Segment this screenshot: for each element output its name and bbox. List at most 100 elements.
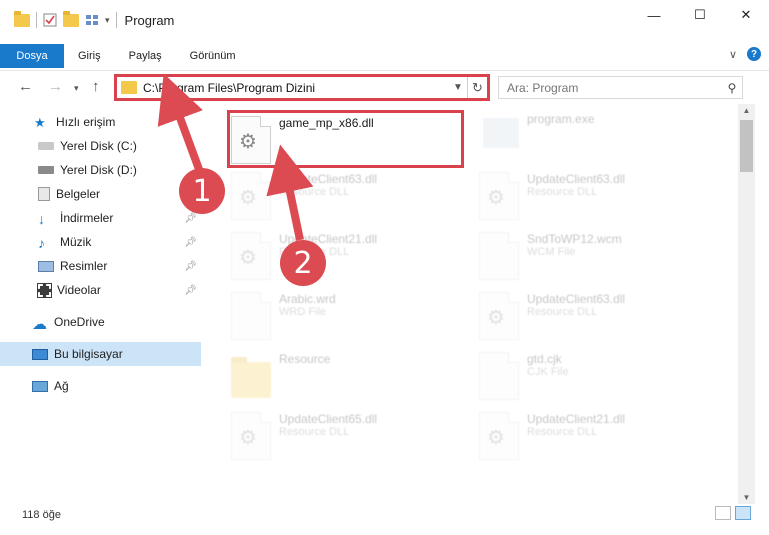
gear-icon: ⚙	[487, 427, 505, 449]
highlight-frame	[227, 110, 464, 168]
file-item[interactable]: ⚙ UpdateClient63.dll Resource DLL	[231, 172, 377, 220]
sidebar-item-label: Müzik	[60, 235, 92, 249]
search-box[interactable]: ⚲	[498, 76, 743, 99]
tab-file[interactable]: Dosya	[0, 44, 64, 68]
pin-icon[interactable]: 📌︎	[184, 261, 197, 272]
close-button[interactable]: ✕	[723, 0, 769, 30]
large-icons-view-icon[interactable]	[735, 506, 751, 520]
recent-locations-icon[interactable]: ▾	[74, 83, 79, 94]
sidebar-item-this-pc[interactable]: Bu bilgisayar	[0, 342, 201, 366]
file-type: Resource DLL	[279, 186, 350, 198]
music-icon: ♪	[38, 235, 45, 251]
file-item[interactable]: ⚙ UpdateClient63.dll Resource DLL	[479, 292, 625, 340]
address-bar[interactable]: C:\Program Files\Program Dizini ▼ ↻	[114, 74, 490, 101]
download-icon: ↓	[38, 211, 45, 227]
sidebar-item-onedrive[interactable]: ☁ OneDrive	[0, 310, 205, 334]
pin-icon[interactable]: 📌︎	[184, 285, 197, 296]
drive-icon	[38, 142, 54, 150]
file-item[interactable]: ⚙ UpdateClient63.dll Resource DLL	[479, 172, 625, 220]
file-item-folder[interactable]: Resource	[231, 352, 330, 398]
address-path[interactable]: C:\Program Files\Program Dizini	[143, 81, 449, 95]
expand-ribbon-icon[interactable]: ∨	[729, 48, 737, 61]
sidebar-item-label: Yerel Disk (C:)	[60, 139, 137, 153]
gear-icon: ⚙	[487, 307, 505, 329]
dll-file-icon: ⚙	[479, 412, 519, 460]
file-type: Resource DLL	[279, 426, 350, 438]
up-arrow-icon[interactable]: ↑	[92, 78, 100, 95]
sidebar-item-label: Yerel Disk (D:)	[60, 163, 137, 177]
generic-file-icon	[479, 232, 519, 280]
forward-arrow-icon[interactable]: →	[48, 78, 63, 95]
refresh-icon[interactable]: ↻	[467, 77, 487, 98]
dll-file-icon: ⚙	[231, 412, 271, 460]
file-item-program-exe[interactable]: program.exe	[483, 112, 594, 148]
video-icon	[37, 282, 52, 298]
sidebar-item-local-disk-c[interactable]: Yerel Disk (C:)	[0, 134, 205, 158]
maximize-button[interactable]: ☐	[677, 0, 723, 30]
sidebar-item-label: Videolar	[57, 283, 101, 297]
file-name: gtd.cjk	[527, 352, 562, 366]
search-icon[interactable]: ⚲	[722, 81, 742, 95]
file-item[interactable]: gtd.cjk CJK File	[479, 352, 569, 400]
file-type: WCM File	[527, 246, 576, 258]
file-type: Resource DLL	[527, 306, 598, 318]
properties-icon[interactable]	[43, 13, 57, 27]
file-name: UpdateClient63.dll	[279, 172, 378, 186]
step-1-badge: 1	[179, 168, 225, 214]
sidebar-item-label: Ağ	[54, 379, 69, 393]
vertical-scrollbar[interactable]: ▲ ▼	[738, 104, 755, 504]
gear-icon: ⚙	[239, 427, 257, 449]
view-options-icon[interactable]	[85, 13, 99, 27]
scroll-down-icon[interactable]: ▼	[738, 493, 755, 502]
help-icon[interactable]: ?	[747, 47, 761, 61]
ribbon-right-controls: ∨ ?	[729, 47, 761, 61]
gear-icon: ⚙	[487, 187, 505, 209]
sidebar-item-quick-access[interactable]: ★ Hızlı erişim	[0, 110, 205, 134]
generic-file-icon	[231, 292, 271, 340]
sidebar-item-label: Belgeler	[56, 187, 101, 201]
pin-icon[interactable]: 📌︎	[184, 213, 197, 224]
sidebar-item-pictures[interactable]: Resimler 📌︎	[0, 254, 205, 278]
sidebar-item-network[interactable]: Ağ	[0, 374, 205, 398]
file-type: CJK File	[527, 366, 569, 378]
file-name: Arabic.wrd	[279, 292, 336, 306]
file-item[interactable]: ⚙ UpdateClient65.dll Resource DLL	[231, 412, 377, 460]
sidebar-item-documents[interactable]: Belgeler	[0, 182, 205, 206]
computer-icon	[32, 348, 48, 360]
minimize-button[interactable]: —	[631, 0, 677, 30]
new-folder-icon[interactable]	[63, 10, 79, 27]
tab-share[interactable]: Paylaş	[115, 44, 176, 68]
file-name: UpdateClient21.dll	[527, 412, 626, 426]
folder-icon[interactable]	[14, 10, 30, 27]
scrollbar-thumb[interactable]	[740, 120, 753, 172]
search-input[interactable]	[499, 80, 722, 95]
scroll-up-icon[interactable]: ▲	[738, 106, 755, 115]
sidebar-item-downloads[interactable]: ↓ İndirmeler 📌︎	[0, 206, 205, 230]
pictures-icon	[38, 260, 54, 272]
file-type: WRD File	[279, 306, 327, 318]
separator	[36, 12, 37, 28]
file-item[interactable]: Arabic.wrd WRD File	[231, 292, 336, 340]
tab-view[interactable]: Görünüm	[176, 44, 250, 68]
customize-toolbar-icon[interactable]: ▾	[105, 15, 110, 26]
sidebar-item-videos[interactable]: Videolar 📌︎	[0, 278, 205, 302]
file-item[interactable]: ⚙ UpdateClient21.dllResource DLL	[479, 412, 625, 460]
sidebar-item-label: Hızlı erişim	[56, 115, 116, 129]
details-view-icon[interactable]	[715, 506, 731, 520]
window-controls: — ☐ ✕	[631, 0, 769, 30]
chevron-down-icon[interactable]: ▼	[449, 82, 467, 93]
gear-icon: ⚙	[239, 247, 257, 269]
tab-home[interactable]: Giriş	[64, 44, 115, 68]
gear-icon: ⚙	[239, 187, 257, 209]
documents-icon	[38, 187, 50, 201]
pin-icon[interactable]: 📌︎	[184, 237, 197, 248]
folder-icon	[231, 357, 271, 398]
network-icon	[32, 380, 48, 392]
file-type: Resource DLL	[527, 186, 598, 198]
back-arrow-icon[interactable]: ←	[18, 78, 33, 95]
address-row: ← → ▾ ↑ C:\Program Files\Program Dizini …	[0, 70, 769, 102]
file-type: Resource DLL	[527, 426, 598, 438]
file-item[interactable]: SndToWP12.wcm WCM File	[479, 232, 622, 280]
sidebar-item-local-disk-d[interactable]: Yerel Disk (D:)	[0, 158, 205, 182]
sidebar-item-music[interactable]: ♪ Müzik 📌︎	[0, 230, 205, 254]
